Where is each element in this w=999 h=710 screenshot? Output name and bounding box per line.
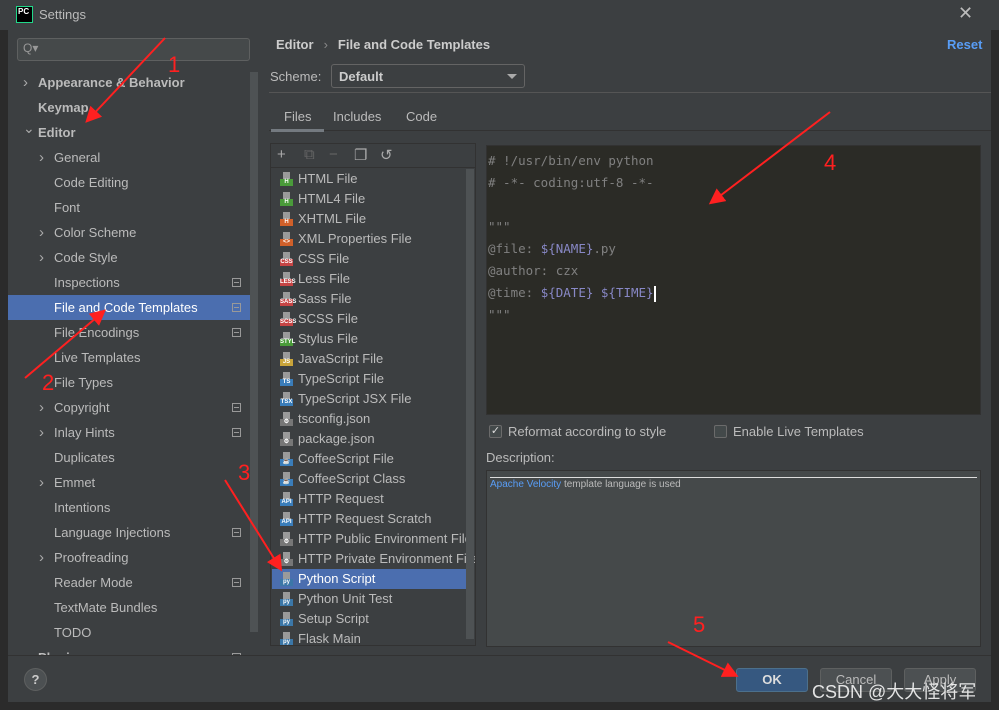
arrow-2 — [24, 309, 107, 379]
annotation-2: 2 — [42, 370, 55, 395]
annotation-1: 1 — [168, 52, 181, 77]
annotation-4: 4 — [824, 150, 837, 175]
annotation-5: 5 — [693, 612, 706, 637]
annotation-3: 3 — [238, 460, 251, 485]
arrow-4 — [708, 111, 831, 205]
annotation-arrows — [24, 37, 831, 677]
arrow-1 — [85, 37, 166, 123]
arrow-3 — [224, 479, 283, 572]
arrow-5 — [667, 641, 739, 677]
watermark: CSDN @大大怪将军 — [812, 682, 977, 702]
